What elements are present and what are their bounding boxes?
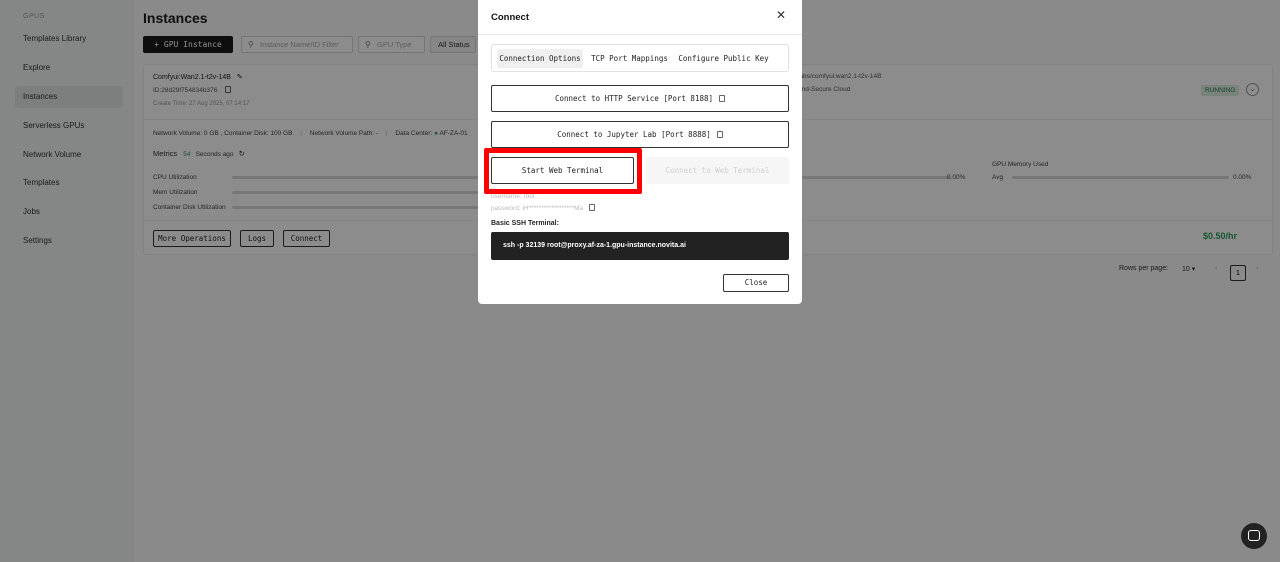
ssh-terminal-label: Basic SSH Terminal: <box>491 220 559 227</box>
connect-http-service-button[interactable]: Connect to HTTP Service [Port 8188] <box>491 85 789 112</box>
connect-web-terminal-button: Connect to Web Terminal <box>646 157 789 184</box>
modal-title: Connect <box>491 12 529 23</box>
external-link-icon <box>719 95 726 102</box>
http-button-label: Connect to HTTP Service [Port 8188] <box>554 94 714 103</box>
connect-tabs: Connection Options TCP Port Mappings Con… <box>491 44 789 72</box>
tab-tcp-port-mappings[interactable]: TCP Port Mappings <box>587 49 672 68</box>
tab-configure-public-key[interactable]: Configure Public Key <box>676 49 771 68</box>
ssh-command[interactable]: ssh -p 32139 root@proxy.af-za-1.gpu-inst… <box>491 232 789 260</box>
connect-jupyter-lab-button[interactable]: Connect to Jupyter Lab [Port 8888] <box>491 121 789 148</box>
divider <box>478 34 802 35</box>
close-icon[interactable]: ✕ <box>776 8 786 22</box>
highlight-box <box>484 148 642 194</box>
tab-connection-options[interactable]: Connection Options <box>497 49 583 68</box>
external-link-icon <box>716 131 723 138</box>
chat-icon <box>1248 530 1260 541</box>
jupyter-button-label: Connect to Jupyter Lab [Port 8888] <box>557 130 711 139</box>
terminal-password: password: iH******************Ma <box>491 204 596 212</box>
close-button[interactable]: Close <box>723 274 789 292</box>
terminal-username: username: root <box>491 193 535 200</box>
terminal-password-text: password: iH******************Ma <box>491 205 584 212</box>
copy-icon[interactable] <box>589 204 596 211</box>
chat-support-button[interactable] <box>1241 523 1267 549</box>
